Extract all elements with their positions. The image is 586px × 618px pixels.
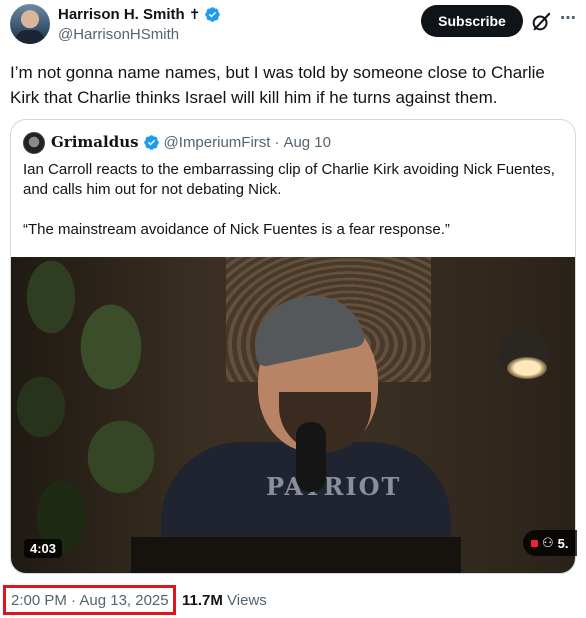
- quote-date[interactable]: Aug 10: [283, 134, 331, 151]
- tweet-header: Harrison H. Smith ✝ @HarrisonHSmith Subs…: [0, 0, 586, 56]
- quote-author-avatar[interactable]: [23, 132, 45, 154]
- quote-paragraph: Ian Carroll reacts to the embarrassing c…: [23, 161, 555, 198]
- tweet-timestamp[interactable]: 2:00 PM · Aug 13, 2025: [11, 592, 169, 609]
- author-avatar[interactable]: [10, 4, 50, 44]
- quoted-tweet[interactable]: Grimaldus @ImperiumFirst · Aug 10 Ian Ca…: [10, 119, 576, 574]
- person-icon: ⚇: [542, 535, 554, 550]
- shirt-lettering: PATRIOT: [266, 472, 402, 501]
- separator-dot: ·: [274, 133, 280, 151]
- subscribe-button[interactable]: Subscribe: [421, 5, 523, 37]
- quote-author-name[interactable]: Grimaldus: [51, 133, 139, 151]
- video-player[interactable]: PATRIOT: [11, 257, 575, 573]
- author-display-name[interactable]: Harrison H. Smith: [58, 6, 185, 23]
- lamp-light: [507, 357, 547, 379]
- view-count[interactable]: 11.7M Views: [182, 592, 267, 609]
- quote-text: Ian Carroll reacts to the embarrassing c…: [23, 160, 563, 260]
- verified-badge-icon: [143, 134, 159, 150]
- author-handle[interactable]: @HarrisonHSmith: [58, 26, 179, 43]
- cross-icon: ✝: [188, 6, 201, 22]
- tweet-text: I’m not gonna name names, but I was told…: [10, 63, 545, 107]
- plant-scenery: [11, 257, 181, 573]
- viewer-count: 5.: [557, 535, 569, 551]
- author-name-row: Harrison H. Smith ✝: [58, 6, 221, 23]
- video-duration: 4:03: [24, 539, 63, 558]
- quote-paragraph: “The mainstream avoidance of Nick Fuente…: [23, 221, 450, 238]
- verified-badge-icon: [205, 7, 221, 22]
- viewer-count-badge: ⚇ 5.: [523, 530, 577, 556]
- quote-author-handle[interactable]: @ImperiumFirst: [164, 134, 271, 151]
- more-options-icon[interactable]: ⋯: [560, 8, 577, 28]
- record-icon: [531, 539, 538, 547]
- view-count-label: Views: [227, 592, 267, 609]
- quote-header: Grimaldus @ImperiumFirst · Aug 10: [51, 133, 331, 151]
- grok-icon[interactable]: [530, 11, 552, 33]
- desk: [131, 537, 461, 573]
- view-count-number: 11.7M: [182, 592, 223, 609]
- microphone: [296, 422, 326, 492]
